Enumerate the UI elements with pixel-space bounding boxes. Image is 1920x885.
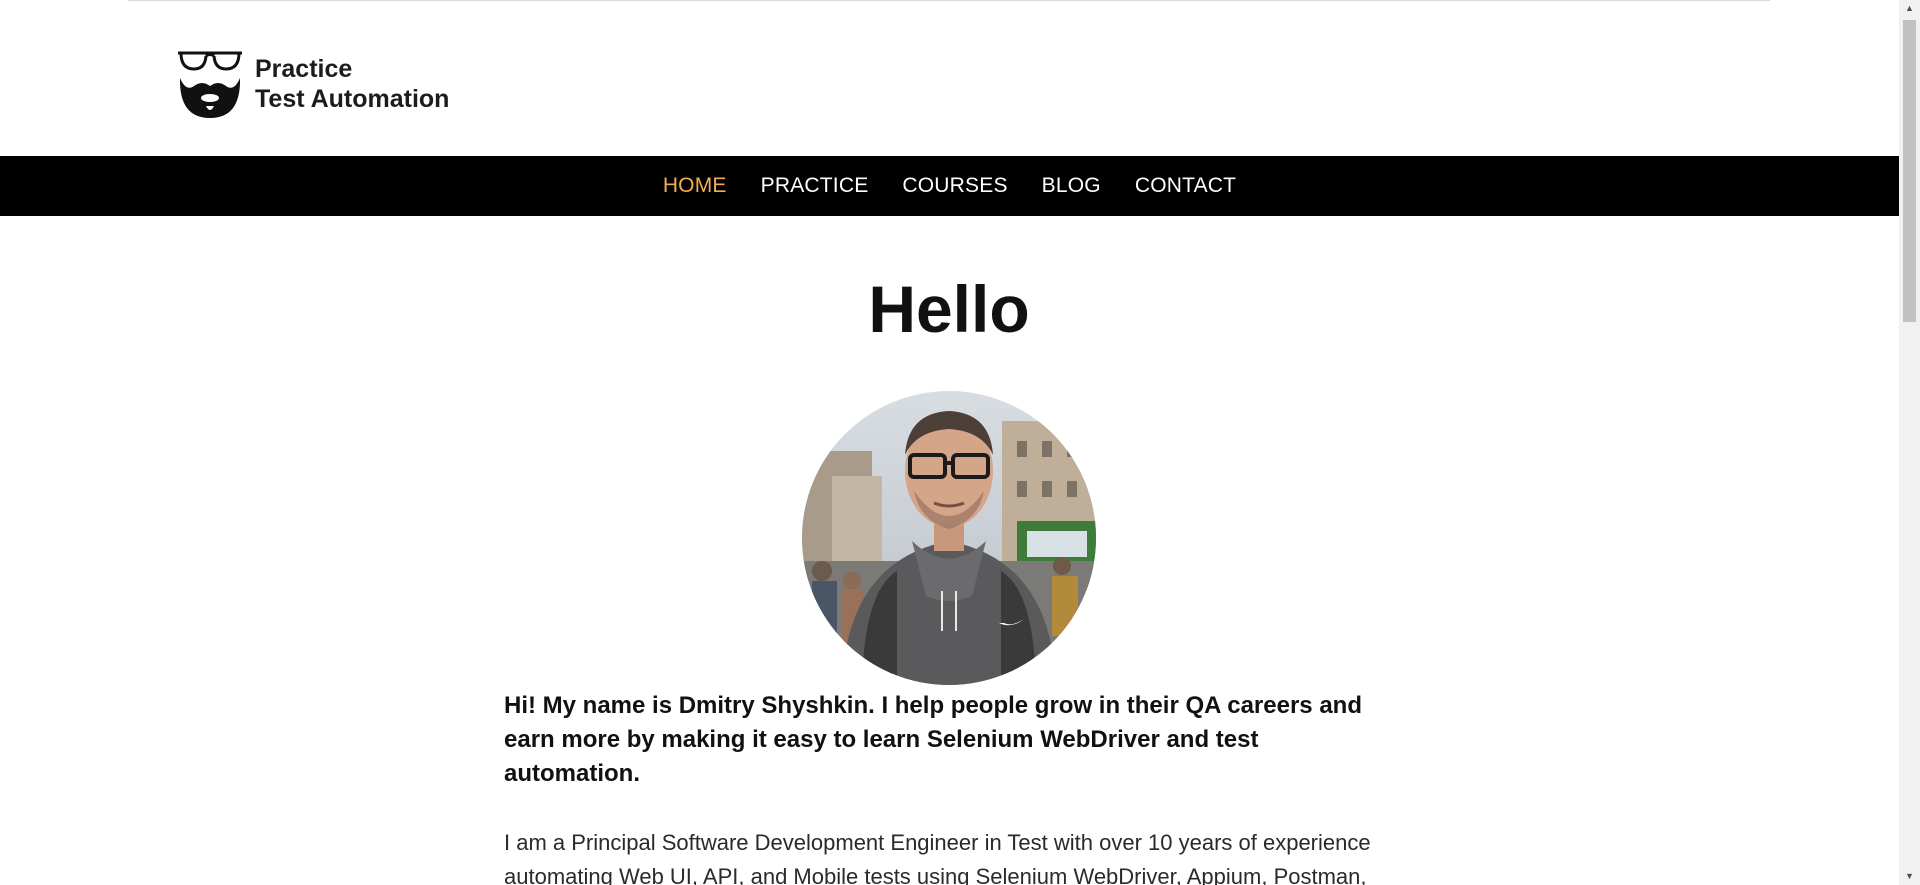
- site-title-line1: Practice: [255, 55, 353, 83]
- page-title: Hello: [868, 272, 1030, 346]
- scroll-down-icon[interactable]: ▼: [1899, 868, 1920, 885]
- author-photo: [802, 391, 1096, 685]
- site-header: Practice Test Automation: [0, 1, 1899, 156]
- body-paragraph: I am a Principal Software Development En…: [504, 830, 1371, 885]
- nav-item-blog[interactable]: BLOG: [1042, 174, 1101, 198]
- intro-text: Hi! My name is Dmitry Shyshkin. I help p…: [504, 692, 1362, 787]
- nav-item-practice[interactable]: PRACTICE: [761, 174, 869, 198]
- site-title: Practice Test Automation: [255, 54, 449, 114]
- nav-item-courses[interactable]: COURSES: [902, 174, 1007, 198]
- page: Practice Test Automation HOME PRACTICE C…: [0, 0, 1899, 885]
- nav-item-home[interactable]: HOME: [663, 174, 727, 198]
- scroll-up-icon[interactable]: ▲: [1899, 0, 1920, 17]
- site-logo-link[interactable]: Practice Test Automation: [176, 48, 449, 120]
- main-nav: HOME PRACTICE COURSES BLOG CONTACT: [0, 156, 1899, 216]
- scrollbar-thumb[interactable]: [1903, 20, 1916, 322]
- glasses-beard-icon: [178, 51, 242, 118]
- nav-item-contact[interactable]: CONTACT: [1135, 174, 1236, 198]
- page-scrollbar[interactable]: ▲ ▼: [1899, 0, 1920, 885]
- site-title-line2: Test Automation: [255, 85, 450, 113]
